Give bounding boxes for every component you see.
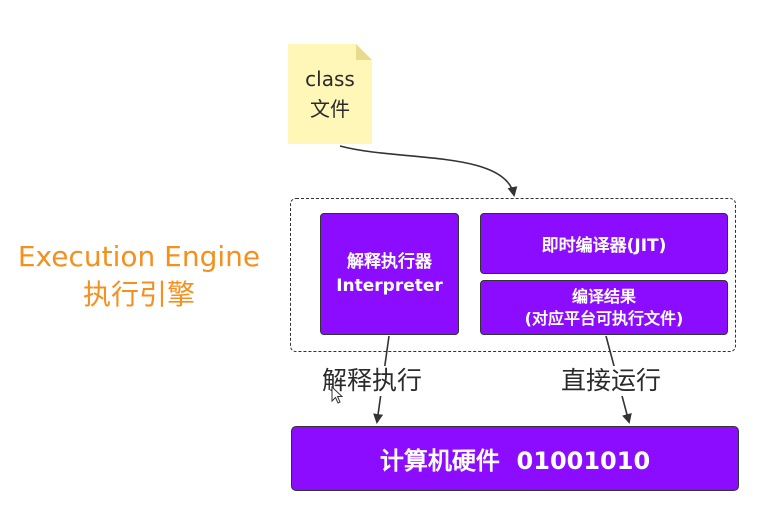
jit-compiler-box: 即时编译器(JIT) [480,213,728,274]
direct-run-edge-label: 直接运行 [559,366,664,396]
class-file-text: class 文件 [288,64,372,124]
computer-hardware-label: 计算机硬件 01001010 [379,447,651,475]
interpreter-line2: Interpreter [336,276,443,296]
mouse-cursor-icon [331,386,344,404]
class-file-line1: class [305,67,355,91]
class-to-jit-arrow [339,145,518,197]
interpreter-box: 解释执行器 Interpreter [320,213,459,335]
interpreter-line1: 解释执行器 [347,252,432,272]
execution-engine-label: Execution Engine 执行引擎 [8,238,270,314]
jit-compiler-label: 即时编译器(JIT) [541,236,667,256]
execution-engine-label-zh: 执行引擎 [82,278,195,311]
compile-result-line1: 编译结果 [571,286,636,306]
execution-engine-label-en: Execution Engine [17,240,261,273]
class-file-note: class 文件 [288,44,372,144]
compile-result-line2: (对应平台可执行文件) [524,308,684,328]
computer-hardware-box: 计算机硬件 01001010 [291,426,739,491]
compile-result-box: 编译结果 (对应平台可执行文件) [480,280,728,335]
class-file-line2: 文件 [310,97,350,121]
